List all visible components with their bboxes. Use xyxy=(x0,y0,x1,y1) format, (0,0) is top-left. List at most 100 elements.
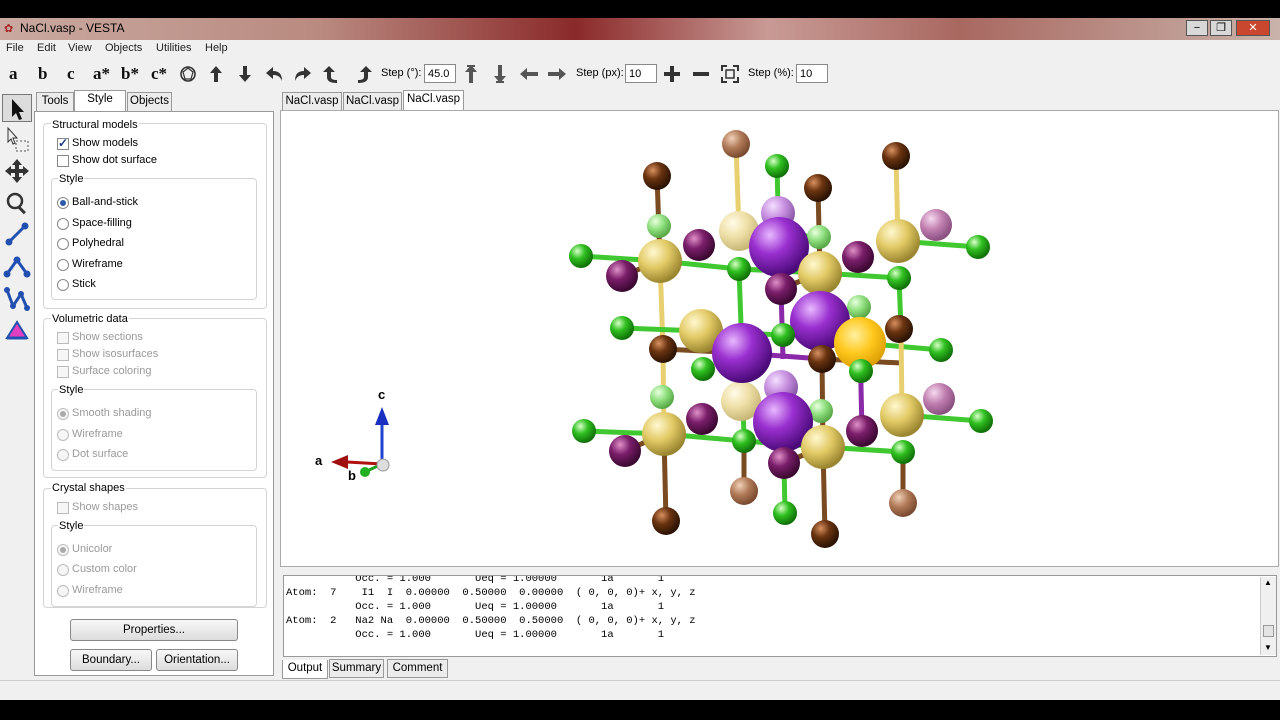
atom[interactable] xyxy=(811,520,839,548)
atom[interactable] xyxy=(652,507,680,535)
view-along-bstar-button[interactable]: b* xyxy=(121,64,139,84)
move-left-icon[interactable] xyxy=(519,64,539,84)
scroll-down-icon[interactable]: ▼ xyxy=(1264,643,1272,652)
tab-comment[interactable]: Comment xyxy=(387,659,448,678)
menu-file[interactable]: File xyxy=(6,42,24,54)
atom[interactable] xyxy=(842,241,874,273)
menu-objects[interactable]: Objects xyxy=(105,42,142,54)
atom[interactable] xyxy=(642,412,686,456)
radio-polyhedral[interactable] xyxy=(57,238,69,250)
atom[interactable] xyxy=(920,209,952,241)
tab-style[interactable]: Style xyxy=(74,90,126,111)
select-cursor-icon[interactable] xyxy=(3,95,31,123)
rotate-left-icon[interactable] xyxy=(264,64,284,84)
atom[interactable] xyxy=(923,383,955,415)
menu-help[interactable]: Help xyxy=(205,42,228,54)
atom[interactable] xyxy=(765,154,789,178)
atom[interactable] xyxy=(885,315,913,343)
scroll-thumb[interactable] xyxy=(1263,625,1274,637)
atom[interactable] xyxy=(880,393,924,437)
rotate-right-icon[interactable] xyxy=(293,64,313,84)
atom[interactable] xyxy=(643,162,671,190)
atom[interactable] xyxy=(768,447,800,479)
atom[interactable] xyxy=(691,357,715,381)
atom[interactable] xyxy=(889,489,917,517)
rotate-down-icon[interactable] xyxy=(235,64,255,84)
atom[interactable] xyxy=(638,239,682,283)
restore-button[interactable]: ❐ xyxy=(1210,20,1232,36)
rotate-up-icon[interactable] xyxy=(206,64,226,84)
move-down-icon[interactable] xyxy=(490,64,510,84)
rotate-cw-icon[interactable] xyxy=(352,64,372,84)
radio-dot-surface[interactable] xyxy=(57,449,69,461)
standard-orientation-icon[interactable] xyxy=(178,64,198,84)
menu-edit[interactable]: Edit xyxy=(37,42,56,54)
file-tab-2[interactable]: NaCl.vasp xyxy=(343,92,402,111)
atom[interactable] xyxy=(849,359,873,383)
atom[interactable] xyxy=(807,225,831,249)
menu-utilities[interactable]: Utilities xyxy=(156,42,191,54)
boundary-button[interactable]: Boundary... xyxy=(70,649,152,671)
move-up-icon[interactable] xyxy=(461,64,481,84)
view-along-astar-button[interactable]: a* xyxy=(93,64,110,84)
distance-tool-icon[interactable] xyxy=(3,220,31,248)
atom[interactable] xyxy=(765,273,797,305)
translate-tool-icon[interactable] xyxy=(3,157,31,185)
magnify-tool-icon[interactable] xyxy=(3,189,31,217)
surface-coloring-checkbox[interactable] xyxy=(57,366,69,378)
console-scrollbar[interactable]: ▲ ▼ xyxy=(1260,577,1276,655)
scroll-up-icon[interactable]: ▲ xyxy=(1264,578,1272,587)
select-region-icon[interactable] xyxy=(3,126,31,154)
step-pct-input[interactable] xyxy=(796,64,828,83)
atom[interactable] xyxy=(876,219,920,263)
atom[interactable] xyxy=(801,425,845,469)
tab-objects[interactable]: Objects xyxy=(127,92,172,111)
move-right-icon[interactable] xyxy=(547,64,567,84)
atom[interactable] xyxy=(650,385,674,409)
atom[interactable] xyxy=(712,323,772,383)
dihedral-tool-icon[interactable] xyxy=(3,284,31,312)
show-dot-surface-checkbox[interactable] xyxy=(57,155,69,167)
atom[interactable] xyxy=(891,440,915,464)
view-along-b-button[interactable]: b xyxy=(38,64,47,84)
show-isosurfaces-checkbox[interactable] xyxy=(57,349,69,361)
show-sections-checkbox[interactable] xyxy=(57,332,69,344)
radio-custom-color[interactable] xyxy=(57,564,69,576)
atom[interactable] xyxy=(773,501,797,525)
atom[interactable] xyxy=(610,316,634,340)
atom[interactable] xyxy=(882,142,910,170)
show-shapes-checkbox[interactable] xyxy=(57,502,69,514)
radio-ball-and-stick[interactable] xyxy=(57,197,69,209)
atom[interactable] xyxy=(771,323,795,347)
radio-vol-wireframe[interactable] xyxy=(57,429,69,441)
radio-wireframe[interactable] xyxy=(57,259,69,271)
atom[interactable] xyxy=(847,295,871,319)
atom[interactable] xyxy=(846,415,878,447)
file-tab-3[interactable]: NaCl.vasp xyxy=(403,90,464,111)
atom[interactable] xyxy=(727,257,751,281)
orientation-button[interactable]: Orientation... xyxy=(156,649,238,671)
atom[interactable] xyxy=(686,403,718,435)
menu-view[interactable]: View xyxy=(68,42,92,54)
radio-smooth-shading[interactable] xyxy=(57,408,69,420)
radio-crystal-wireframe[interactable] xyxy=(57,585,69,597)
atom[interactable] xyxy=(929,338,953,362)
tab-tools[interactable]: Tools xyxy=(36,92,74,111)
atom[interactable] xyxy=(808,345,836,373)
atom[interactable] xyxy=(649,335,677,363)
view-along-cstar-button[interactable]: c* xyxy=(151,64,167,84)
zoom-in-icon[interactable] xyxy=(662,64,682,84)
atom[interactable] xyxy=(722,130,750,158)
atom[interactable] xyxy=(730,477,758,505)
atom[interactable] xyxy=(804,174,832,202)
atom[interactable] xyxy=(647,214,671,238)
view-along-a-button[interactable]: a xyxy=(9,64,18,84)
atom[interactable] xyxy=(732,429,756,453)
atom[interactable] xyxy=(966,235,990,259)
radio-unicolor[interactable] xyxy=(57,544,69,556)
file-tab-1[interactable]: NaCl.vasp xyxy=(282,92,342,111)
atom[interactable] xyxy=(572,419,596,443)
view-along-c-button[interactable]: c xyxy=(67,64,75,84)
radio-space-filling[interactable] xyxy=(57,218,69,230)
atom[interactable] xyxy=(798,251,842,295)
